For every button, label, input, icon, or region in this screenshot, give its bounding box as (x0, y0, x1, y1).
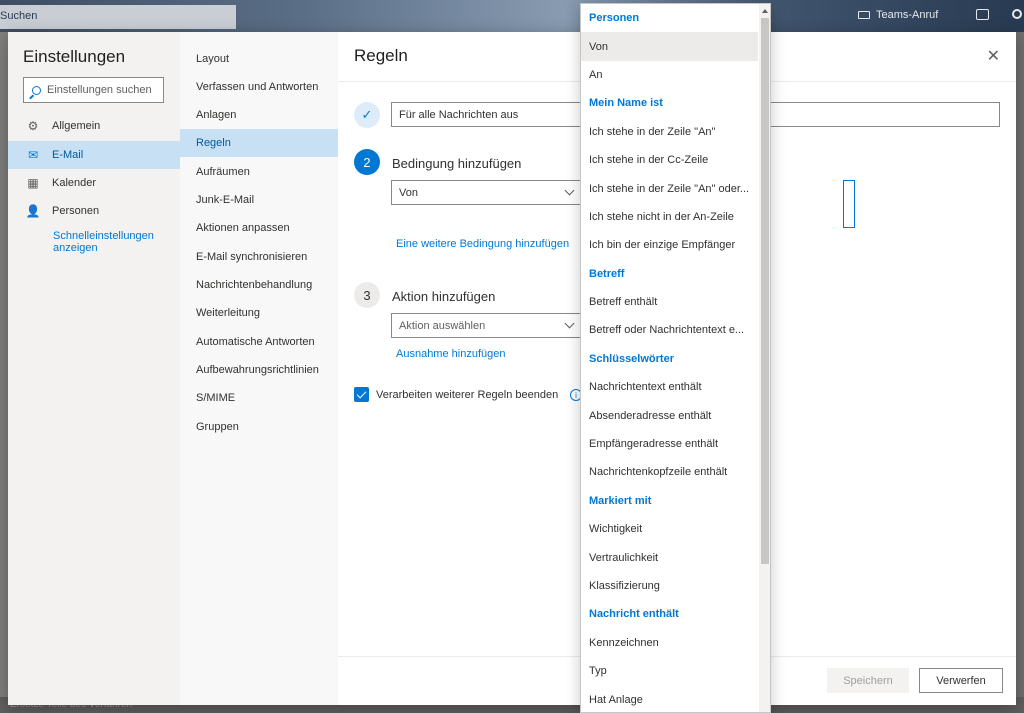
dropdown-group-header: Mein Name ist (589, 97, 663, 110)
step1-check-icon: ✓ (354, 102, 380, 128)
dropdown-option[interactable]: Wichtigkeit (581, 515, 758, 543)
dropdown-option[interactable]: Ich stehe in der Zeile "An" oder... (581, 174, 758, 202)
dropdown-option[interactable]: Ich stehe in der Cc-Zeile (581, 146, 758, 174)
mail-icon: ✉ (27, 148, 39, 162)
search-icon (32, 85, 41, 95)
app-search-label: Suchen (0, 10, 38, 22)
step3-label: Aktion hinzufügen (392, 289, 496, 304)
people-icon: 👤 (25, 204, 41, 218)
subnav-message-handling[interactable]: Nachrichtenbehandlung (180, 271, 338, 299)
dropdown-option[interactable]: Vertraulichkeit (581, 543, 758, 571)
dropdown-group-header: Markiert mit (589, 494, 652, 507)
dropdown-option[interactable]: Absenderadresse enthält (581, 401, 758, 429)
chevron-down-icon (564, 185, 575, 196)
teams-call-button[interactable]: Teams-Anruf (858, 9, 938, 21)
rule-name-value: Für alle Nachrichten aus (399, 108, 519, 121)
action-select[interactable]: Aktion auswählen (391, 313, 581, 338)
settings-dialog: Einstellungen Einstellungen suchen ⚙ All… (8, 32, 1016, 705)
condition-select[interactable]: Von (391, 180, 581, 205)
dropdown-group-header: Betreff (589, 267, 625, 280)
dropdown-option[interactable]: Nachrichtentext enthält (581, 373, 758, 401)
stop-processing-label: Verarbeiten weiterer Regeln beenden (376, 389, 559, 401)
dropdown-option[interactable]: Typ (581, 657, 758, 685)
video-icon (858, 11, 870, 19)
save-button[interactable]: Speichern (827, 668, 909, 693)
dropdown-option[interactable]: Von (581, 32, 758, 61)
step3-badge: 3 (354, 282, 380, 308)
subnav-auto-replies[interactable]: Automatische Antworten (180, 328, 338, 356)
condition-value-input[interactable] (843, 180, 855, 228)
category-label: Kalender (52, 177, 97, 189)
subnav-layout[interactable]: Layout (180, 45, 338, 73)
category-general[interactable]: ⚙ Allgemein (8, 112, 180, 140)
subnav-smime[interactable]: S/MIME (180, 384, 338, 412)
stop-processing-checkbox[interactable] (354, 387, 369, 402)
teams-call-label: Teams-Anruf (876, 9, 939, 21)
discard-button[interactable]: Verwerfen (919, 668, 1003, 693)
dropdown-option[interactable]: Nachrichtenkopfzeile enthält (581, 458, 758, 486)
category-people[interactable]: 👤 Personen (8, 197, 180, 225)
category-label: E-Mail (52, 149, 84, 161)
condition-value: Von (399, 186, 418, 199)
step2-label: Bedingung hinzufügen (392, 156, 522, 171)
step2-badge: 2 (354, 149, 380, 175)
category-label: Personen (52, 205, 100, 217)
dropdown-option[interactable]: Betreff oder Nachrichtentext e... (581, 316, 758, 344)
gear-icon: ⚙ (27, 119, 39, 133)
subnav-attachments[interactable]: Anlagen (180, 101, 338, 129)
dropdown-option[interactable]: Kennzeichnen (581, 629, 758, 657)
close-icon[interactable]: ✕ (987, 46, 1000, 66)
category-calendar[interactable]: ▦ Kalender (8, 169, 180, 197)
quick-settings-link[interactable]: Schnelleinstellungen anzeigen (53, 230, 173, 254)
app-search-box[interactable]: Suchen (0, 5, 236, 29)
subnav-junk[interactable]: Junk-E-Mail (180, 186, 338, 214)
calendar-icon: ▦ (27, 176, 39, 190)
dropdown-option[interactable]: An (581, 61, 758, 89)
settings-search-placeholder: Einstellungen suchen (47, 84, 152, 96)
settings-title: Einstellungen (23, 47, 126, 66)
dropdown-options: Personen Von An Mein Name ist Ich stehe in d… (581, 4, 758, 712)
condition-dropdown-list[interactable]: Personen Von An Mein Name ist Ich stehe in d… (580, 3, 771, 713)
action-placeholder: Aktion auswählen (399, 319, 486, 332)
dropdown-option[interactable]: Empfängeradresse enthält (581, 430, 758, 458)
settings-gear-icon[interactable] (1012, 9, 1022, 19)
add-condition-link[interactable]: Eine weitere Bedingung hinzufügen (396, 238, 569, 250)
mail-subnav: Layout Verfassen und Antworten Anlagen R… (180, 32, 338, 705)
subnav-sweep[interactable]: Aufräumen (180, 158, 338, 186)
scroll-up-icon[interactable] (762, 9, 768, 13)
dropdown-option[interactable]: Ich stehe in der Zeile "An" (581, 118, 758, 146)
dropdown-option[interactable]: Ich bin der einzige Empfänger (581, 231, 758, 259)
app-background-left (0, 32, 8, 713)
chevron-down-icon (564, 318, 575, 329)
dropdown-option[interactable]: Klassifizierung (581, 572, 758, 600)
settings-search-input[interactable]: Einstellungen suchen (23, 77, 164, 103)
subnav-retention[interactable]: Aufbewahrungsrichtlinien (180, 356, 338, 384)
dropdown-group-header: Nachricht enthält (589, 608, 679, 621)
dropdown-option[interactable]: Ich stehe nicht in der An-Zeile (581, 203, 758, 231)
subnav-sync[interactable]: E-Mail synchronisieren (180, 243, 338, 271)
dropdown-option[interactable]: Hat Anlage (581, 685, 758, 712)
page-title: Regeln (354, 46, 408, 65)
dropdown-group-header: Personen (589, 12, 640, 25)
chat-icon[interactable] (976, 9, 989, 20)
add-exception-link[interactable]: Ausnahme hinzufügen (396, 348, 505, 360)
category-label: Allgemein (52, 120, 101, 132)
subnav-forwarding[interactable]: Weiterleitung (180, 299, 338, 327)
subnav-groups[interactable]: Gruppen (180, 413, 338, 441)
dropdown-option[interactable]: Betreff enthält (581, 288, 758, 316)
scrollbar-thumb[interactable] (761, 18, 769, 564)
dropdown-group-header: Schlüsselwörter (589, 352, 674, 365)
settings-category-pane: Einstellungen Einstellungen suchen ⚙ All… (8, 32, 180, 705)
subnav-compose[interactable]: Verfassen und Antworten (180, 73, 338, 101)
subnav-rules[interactable]: Regeln (180, 129, 338, 157)
category-mail[interactable]: ✉ E-Mail (8, 141, 180, 169)
subnav-customize-actions[interactable]: Aktionen anpassen (180, 214, 338, 242)
